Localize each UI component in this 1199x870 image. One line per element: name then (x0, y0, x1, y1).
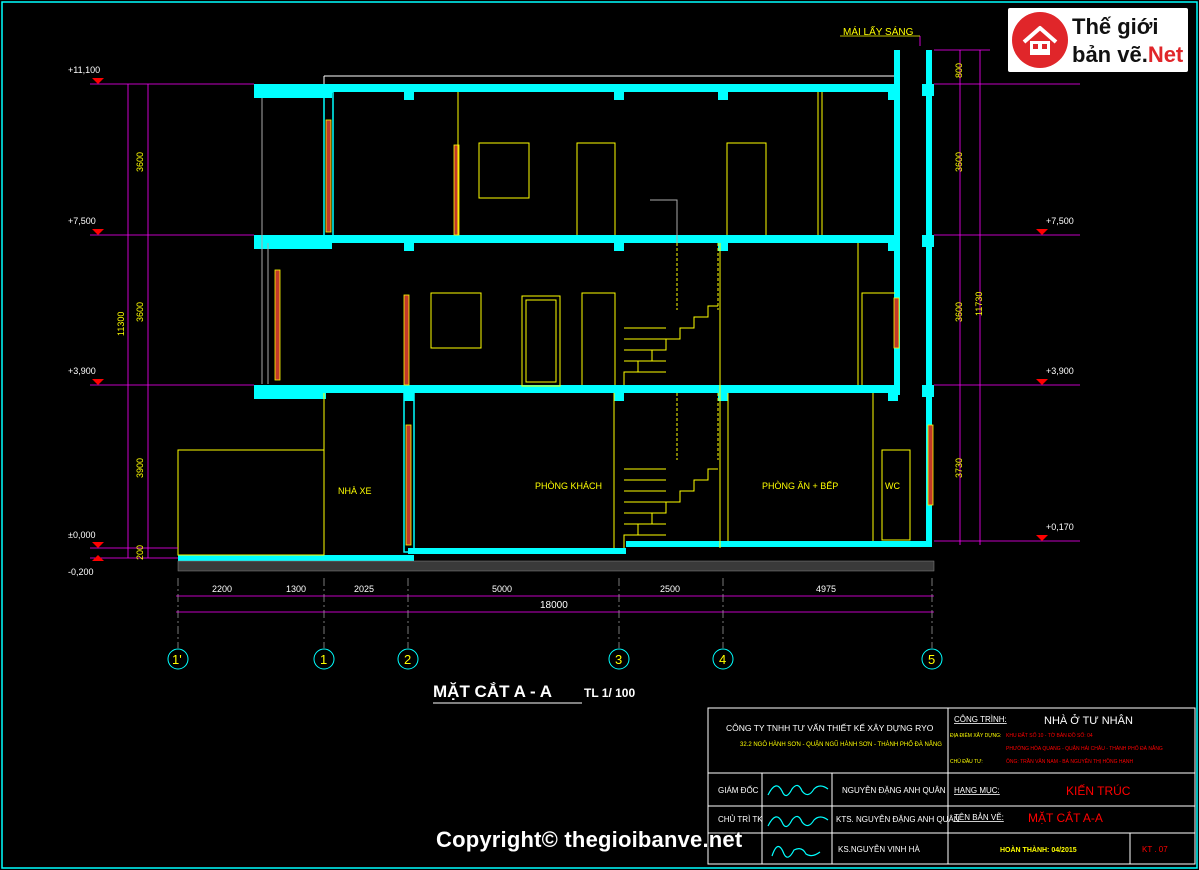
tb-hoan-thanh: HOÀN THÀNH: 04/2015 (1000, 845, 1077, 854)
drawing-texts: MÁI LẤY SÁNG +11,100 +7,500 +3,900 ±0,00… (68, 25, 1168, 854)
room-wc: WC (885, 481, 900, 491)
right-dim-1: 800 (954, 63, 964, 78)
copyright-watermark: Copyright© thegioibanve.net (436, 827, 743, 852)
tb-address: 32.2 NGÔ HÀNH SƠN - QUẬN NGŨ HÀNH SƠN - … (740, 741, 942, 748)
right-dim-4: 3730 (954, 458, 964, 478)
bottom-dim-5: 2500 (660, 584, 680, 594)
axis-label-1: 1 (320, 652, 327, 667)
axis-label-2: 2 (404, 652, 411, 667)
drawing-scale: TL 1/ 100 (584, 686, 635, 700)
logo-line-2: bản vẽ.Net (1072, 42, 1183, 68)
tb-hang-muc: KIẾN TRÚC (1066, 783, 1131, 798)
left-dim-total: 11300 (116, 312, 126, 336)
tb-ten-ban-ve: MẶT CẮT A-A (1028, 810, 1103, 825)
left-dim-4: 200 (135, 545, 145, 560)
logo-line-2-net: Net (1147, 42, 1184, 67)
tb-chu-dau-tu-label: CHỦ ĐẦU TƯ: (950, 758, 983, 765)
axis-bubbles (167, 648, 943, 670)
axis-label-5: 5 (928, 652, 935, 667)
tb-giam-doc-label: GIÁM ĐỐC (718, 785, 759, 795)
bottom-dim-2: 1300 (286, 584, 306, 594)
tb-chu-tri: KTS. NGUYỄN ĐẶNG ANH QUÂN (836, 815, 960, 824)
bottom-dim-total: 18000 (540, 600, 568, 611)
left-dim-3: 3900 (135, 458, 145, 478)
room-phong-khach: PHÒNG KHÁCH (535, 481, 602, 491)
tb-dia-diem-label: ĐỊA ĐIỂM XÂY DỰNG: (950, 732, 1001, 739)
bottom-dim-3: 2025 (354, 584, 374, 594)
tb-dia-diem-2: PHƯỜNG HÒA QUANG - QUẬN HẢI CHÂU - THÀNH… (1006, 745, 1163, 752)
tb-hang-muc-label: HẠNG MỤC: (954, 786, 1000, 795)
tb-dia-diem-1: KHU ĐẤT SỐ 10 - TỜ BẢN ĐỒ SỐ: 04 (1006, 732, 1093, 739)
tb-giam-doc: NGUYỄN ĐẶNG ANH QUÂN (842, 786, 946, 795)
logo-line-2-main: bản vẽ. (1072, 42, 1148, 67)
bottom-dim-6: 4975 (816, 584, 836, 594)
level-left-3900: +3,900 (68, 366, 96, 376)
tb-cong-trinh-label: CÔNG TRÌNH: (954, 715, 1007, 724)
tb-company: CÔNG TY TNHH TƯ VẤN THIẾT KẾ XÂY DỰNG RY… (726, 723, 934, 733)
signatures (767, 784, 829, 858)
tb-ks-name: KS.NGUYỄN VINH HÀ (838, 845, 920, 854)
house-icon (1012, 12, 1068, 68)
level-right-3900: +3,900 (1046, 366, 1074, 376)
logo-line-1: Thế giới (1072, 14, 1159, 39)
bottom-dim-4: 5000 (492, 584, 512, 594)
right-dim-total: 11730 (974, 292, 984, 316)
room-nha-xe: NHÀ XE (338, 486, 372, 496)
tb-ma-ban-ve: KT . 07 (1142, 845, 1168, 854)
mai-lay-sang-label: MÁI LẤY SÁNG (843, 25, 914, 38)
right-dim-2: 3600 (954, 152, 964, 172)
right-dim-3: 3600 (954, 302, 964, 322)
level-right-7500: +7,500 (1046, 216, 1074, 226)
section-drawing: MÁI LẤY SÁNG +11,100 +7,500 +3,900 ±0,00… (1, 1, 1198, 869)
level-left-neg0200: -0,200 (68, 567, 94, 577)
axis-label-4: 4 (719, 652, 726, 667)
level-left-7500: +7,500 (68, 216, 96, 226)
level-left-11100: +11,100 (68, 65, 100, 75)
tb-ten-ban-ve-label: TÊN BẢN VẼ: (954, 813, 1004, 822)
room-phong-an-bep: PHÒNG ĂN + BẾP (762, 481, 838, 491)
left-dim-1: 3600 (135, 152, 145, 172)
tb-chu-dau-tu: ÔNG: TRẦN VĂN NAM - BÀ NGUYỄN THỊ HỒNG H… (1006, 758, 1133, 765)
bottom-dim-1: 2200 (212, 584, 232, 594)
axis-label-1p: 1' (172, 652, 182, 667)
drawing-title: MẶT CẮT A - A (433, 682, 552, 701)
brand-logo: Thế giới bản vẽ.Net (1008, 8, 1188, 72)
left-dim-2: 3600 (135, 302, 145, 322)
tb-cong-trinh: NHÀ Ở TƯ NHÂN (1044, 714, 1133, 727)
level-right-0170: +0,170 (1046, 522, 1074, 532)
axis-label-3: 3 (615, 652, 622, 667)
tb-chu-tri-label: CHỦ TRÌ TK (718, 815, 763, 824)
level-left-0000: ±0,000 (68, 530, 95, 540)
